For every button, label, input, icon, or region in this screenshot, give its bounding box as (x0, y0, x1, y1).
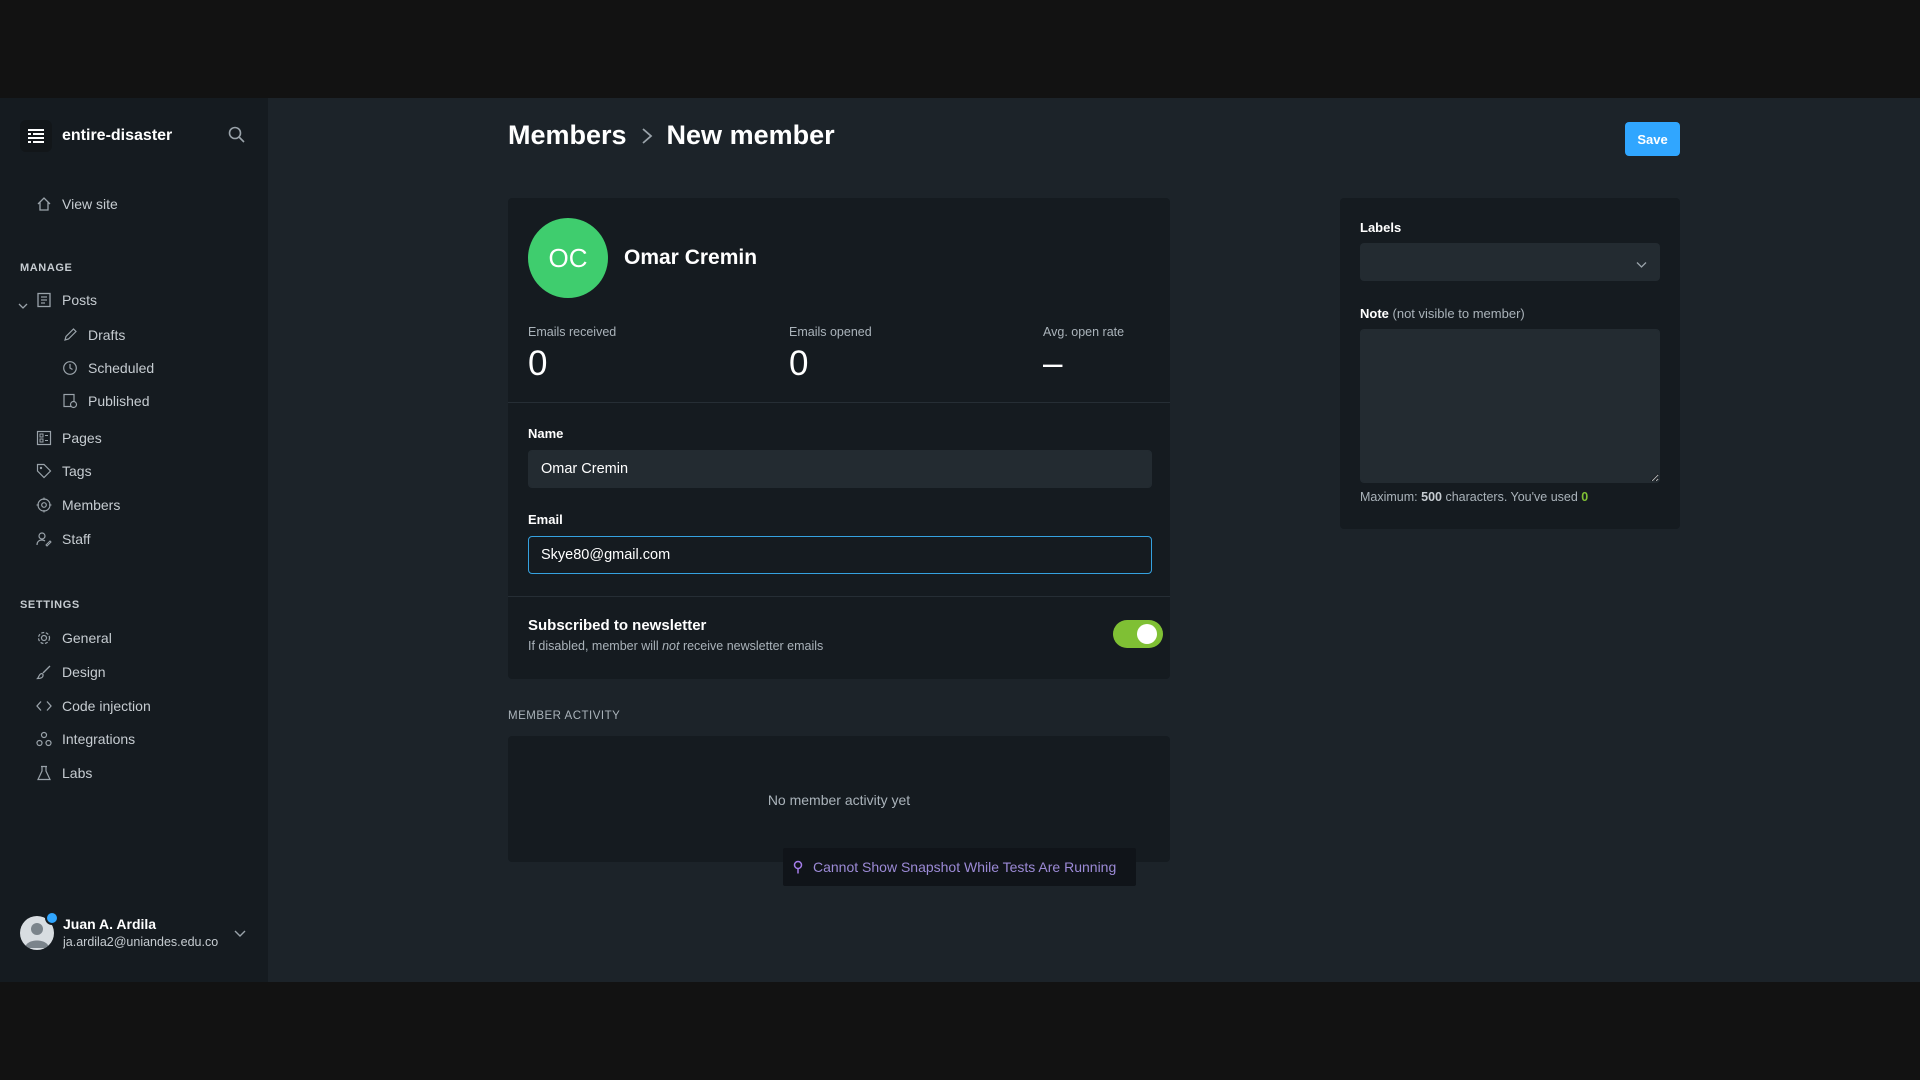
chevron-down-icon (1636, 257, 1647, 275)
emails-received-label: Emails received (528, 325, 617, 339)
name-input[interactable] (528, 450, 1152, 488)
sidebar-item-label: Posts (62, 292, 98, 308)
main-content: Members New member Save OC Omar Cremin E… (268, 98, 1920, 982)
home-icon (37, 197, 51, 211)
page-title: New member (666, 120, 835, 150)
sidebar-item-scheduled[interactable]: Scheduled (62, 356, 154, 380)
email-label: Email (528, 512, 563, 527)
integrations-icon (36, 731, 52, 747)
sidebar-item-label: Code injection (62, 698, 151, 714)
site-name: entire-disaster (62, 127, 173, 144)
tag-icon (36, 463, 52, 479)
divider (508, 402, 1170, 403)
sidebar-item-code-injection[interactable]: Code injection (36, 694, 151, 718)
emails-received-value: 0 (528, 344, 548, 383)
sidebar-item-label: Tags (62, 463, 92, 479)
newsletter-title: Subscribed to newsletter (528, 617, 707, 634)
clock-icon (63, 361, 77, 375)
snapshot-notice: Cannot Show Snapshot While Tests Are Run… (783, 848, 1136, 886)
sidebar-item-published[interactable]: Published (62, 389, 150, 413)
chevron-down-icon[interactable] (234, 926, 246, 944)
member-activity-label: MEMBER ACTIVITY (508, 710, 621, 722)
sidebar-item-label: Labs (62, 765, 93, 781)
published-icon (63, 393, 78, 409)
sidebar-item-label: Scheduled (88, 360, 155, 376)
emails-opened-value: 0 (789, 344, 809, 383)
settings-section-label: SETTINGS (20, 599, 80, 611)
avg-open-rate-value: – (1043, 344, 1063, 383)
gear-icon (37, 631, 51, 645)
activity-empty-message: No member activity yet (767, 792, 911, 808)
chevron-down-icon[interactable] (18, 298, 28, 316)
sidebar: entire-disaster View site MANAGE Posts D… (0, 98, 268, 982)
sidebar-item-label: Integrations (62, 731, 136, 747)
site-logo-icon (20, 120, 52, 152)
site-brand[interactable]: entire-disaster (20, 120, 172, 152)
sidebar-item-label: General (62, 630, 112, 646)
search-icon[interactable] (228, 126, 245, 148)
sidebar-item-label: Staff (62, 531, 91, 547)
save-button[interactable]: Save (1625, 122, 1680, 156)
member-avatar: OC (528, 218, 608, 298)
name-label: Name (528, 426, 564, 441)
sidebar-item-label: Drafts (88, 327, 126, 343)
flask-icon (37, 765, 51, 781)
code-icon (36, 701, 52, 711)
member-details-card: OC Omar Cremin Emails received 0 Emails … (508, 198, 1170, 679)
email-input[interactable] (528, 536, 1152, 574)
pages-icon (36, 430, 52, 446)
sidebar-item-staff[interactable]: Staff (36, 527, 91, 551)
note-character-limit: Maximum: 500 characters. You've used 0 (1360, 490, 1589, 504)
labels-select[interactable] (1360, 243, 1660, 281)
posts-icon (37, 292, 51, 308)
toggle-knob (1137, 624, 1157, 644)
labels-label: Labels (1360, 220, 1402, 235)
sidebar-item-posts[interactable]: Posts (36, 288, 97, 312)
snapshot-notice-text: Cannot Show Snapshot While Tests Are Run… (813, 859, 1117, 875)
sidebar-item-label: Published (88, 393, 150, 409)
sidebar-item-pages[interactable]: Pages (36, 426, 102, 450)
labels-note-card: Labels Note (not visible to member) Maxi… (1340, 198, 1680, 529)
pin-icon (793, 860, 803, 874)
staff-icon (36, 532, 52, 547)
sidebar-item-label: View site (62, 196, 118, 212)
notification-dot (45, 911, 59, 925)
sidebar-item-view-site[interactable]: View site (36, 192, 118, 216)
newsletter-description: If disabled, member will not receive new… (528, 639, 824, 653)
emails-opened-label: Emails opened (789, 325, 872, 339)
newsletter-toggle[interactable] (1113, 620, 1163, 648)
note-label: Note (not visible to member) (1360, 306, 1525, 321)
member-name-heading: Omar Cremin (624, 246, 758, 269)
user-name: Juan A. Ardila (63, 916, 157, 932)
sidebar-item-design[interactable]: Design (36, 660, 106, 684)
members-icon (36, 497, 52, 513)
member-activity-card: No member activity yet (508, 736, 1170, 862)
app-window: entire-disaster View site MANAGE Posts D… (0, 98, 1920, 982)
pencil-icon (64, 328, 77, 341)
sidebar-item-general[interactable]: General (36, 626, 112, 650)
sidebar-item-labs[interactable]: Labs (36, 761, 92, 785)
sidebar-item-label: Members (62, 497, 121, 513)
avg-open-rate-label: Avg. open rate (1043, 325, 1125, 339)
user-email: ja.ardila2@uniandes.edu.co (63, 935, 219, 949)
sidebar-item-tags[interactable]: Tags (36, 459, 92, 483)
sidebar-item-label: Design (62, 664, 106, 680)
sidebar-item-integrations[interactable]: Integrations (36, 727, 135, 751)
user-menu[interactable]: Juan A. Ardila ja.ardila2@uniandes.edu.c… (20, 911, 250, 954)
divider (508, 596, 1170, 597)
sidebar-item-label: Pages (62, 430, 102, 446)
brush-icon (36, 665, 51, 680)
breadcrumb: Members New member (508, 120, 835, 151)
chevron-right-icon (641, 127, 653, 145)
sidebar-item-members[interactable]: Members (36, 493, 120, 517)
manage-section-label: MANAGE (20, 262, 73, 274)
note-textarea[interactable] (1360, 329, 1660, 483)
sidebar-item-drafts[interactable]: Drafts (62, 323, 125, 347)
breadcrumb-members-link[interactable]: Members (508, 120, 627, 151)
